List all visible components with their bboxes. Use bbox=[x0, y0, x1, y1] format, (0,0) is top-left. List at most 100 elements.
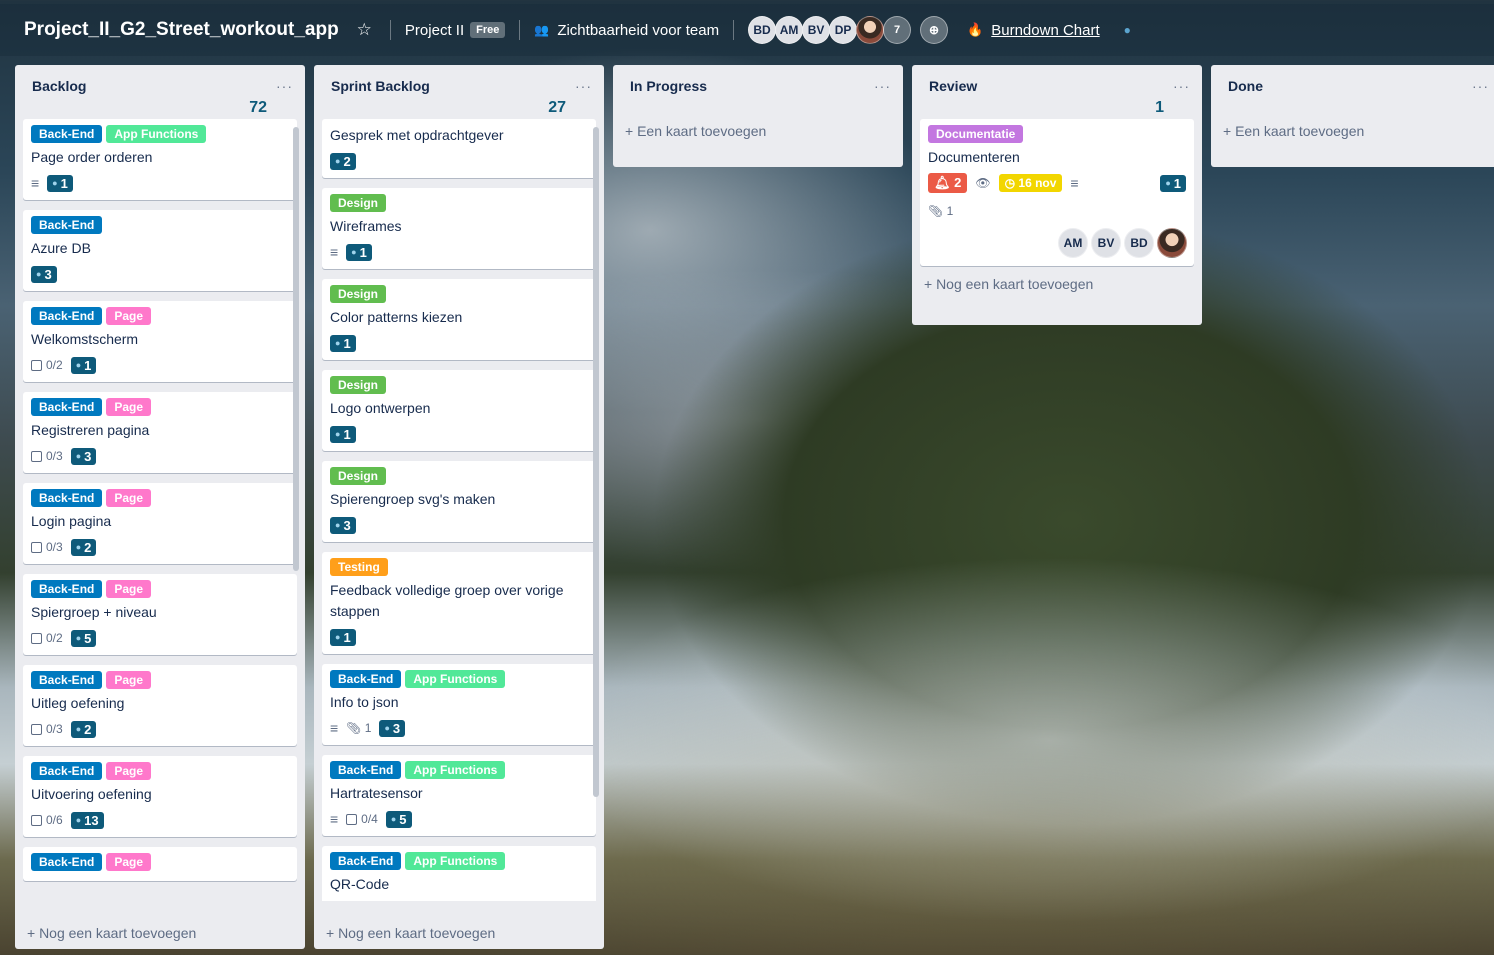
card[interactable]: Back-End App Functions Hartratesensor ≡ 0/4 ●… bbox=[322, 755, 596, 836]
plugin-badge: ● 1 bbox=[1160, 174, 1186, 192]
card[interactable]: Design Color patterns kiezen ● 1 bbox=[322, 279, 596, 360]
card[interactable]: Documentatie Documenteren 🔔︎ 2 👁︎ ◷ 16 n… bbox=[920, 119, 1194, 266]
member-avatar[interactable]: AM bbox=[775, 16, 804, 44]
card-label[interactable]: Back-End bbox=[330, 670, 402, 688]
card[interactable]: Back-End App Functions Info to json ≡ 📎︎ 1 ● 3 bbox=[322, 664, 596, 745]
card-badges-row2: 📎︎ 1 bbox=[928, 200, 1186, 222]
list-title[interactable]: Sprint Backlog bbox=[331, 78, 430, 94]
add-card-button[interactable]: + Nog een kaart toevoegen bbox=[314, 919, 507, 949]
card[interactable]: Back-End App Functions QR-Code bbox=[322, 846, 596, 901]
burndown-chart-link[interactable]: Burndown Chart bbox=[991, 22, 1099, 39]
star-icon[interactable]: ☆ bbox=[357, 20, 372, 40]
team-name: Project II bbox=[404, 21, 465, 39]
member-avatar[interactable]: BV bbox=[802, 16, 831, 44]
powerup-icon[interactable]: ● bbox=[1124, 23, 1131, 37]
card-label[interactable]: Back-End bbox=[31, 489, 103, 507]
list-title[interactable]: Done bbox=[1228, 78, 1263, 94]
card[interactable]: Design Wireframes ≡ ● 1 bbox=[322, 188, 596, 269]
list-title[interactable]: Review bbox=[929, 78, 977, 94]
plugin-badge: ● 5 bbox=[70, 629, 97, 647]
card-count: 1 bbox=[1155, 99, 1164, 116]
card-title: Hartratesensor bbox=[330, 785, 423, 801]
card-label[interactable]: Design bbox=[330, 376, 387, 394]
card-label[interactable]: App Functions bbox=[405, 852, 506, 870]
card[interactable]: Back-End Page Login pagina 0/3 ● 2 bbox=[23, 483, 297, 564]
member-avatar-photo[interactable] bbox=[856, 16, 885, 44]
card-label[interactable]: Back-End bbox=[31, 125, 103, 143]
card-label[interactable]: Back-End bbox=[31, 398, 103, 416]
card-badges: ● 3 bbox=[31, 263, 289, 285]
card[interactable]: Testing Feedback volledige groep over vor… bbox=[322, 552, 596, 654]
card-badges: ● 1 bbox=[330, 332, 588, 354]
add-card-button[interactable]: + Nog een kaart toevoegen bbox=[15, 919, 208, 949]
team-button[interactable]: Project II Free bbox=[404, 21, 506, 39]
scrollbar[interactable] bbox=[593, 127, 599, 797]
invite-icon[interactable]: ⊕ bbox=[920, 16, 949, 44]
member-avatar-photo[interactable] bbox=[1157, 228, 1187, 258]
card[interactable]: Back-End Page Uitleg oefening 0/3 ● 2 bbox=[23, 665, 297, 746]
card[interactable]: Back-End App Functions Page order orderen ≡… bbox=[23, 119, 297, 200]
card-label[interactable]: Design bbox=[330, 285, 387, 303]
visibility-button[interactable]: 👥 Zichtbaarheid voor team bbox=[534, 22, 719, 39]
board-title[interactable]: Project_II_G2_Street_workout_app bbox=[24, 19, 339, 41]
member-avatar[interactable]: AM bbox=[1058, 228, 1088, 258]
list-menu-icon[interactable]: ··· bbox=[575, 78, 592, 94]
due-date-badge[interactable]: ◷ 16 nov bbox=[998, 174, 1063, 192]
card-label[interactable]: App Functions bbox=[405, 670, 506, 688]
list-menu-icon[interactable]: ··· bbox=[1472, 78, 1489, 94]
card[interactable]: Back-End Page bbox=[23, 847, 297, 881]
list-menu-icon[interactable]: ··· bbox=[874, 78, 891, 94]
card-label[interactable]: Back-End bbox=[330, 852, 402, 870]
card-label[interactable]: Back-End bbox=[31, 762, 103, 780]
card-label[interactable]: Page bbox=[106, 671, 152, 689]
card[interactable]: Back-End Page Welkomstscherm 0/2 ● 1 bbox=[23, 301, 297, 382]
card[interactable]: Back-End Page Uitvoering oefening 0/6 ● 13 bbox=[23, 756, 297, 837]
plugin-badge: ● 5 bbox=[385, 810, 412, 828]
card[interactable]: Design Logo ontwerpen ● 1 bbox=[322, 370, 596, 451]
member-avatar[interactable]: BV bbox=[1091, 228, 1121, 258]
card-label[interactable]: Page bbox=[106, 398, 152, 416]
card-label[interactable]: App Functions bbox=[405, 761, 506, 779]
card-label[interactable]: Page bbox=[106, 762, 152, 780]
card-label[interactable]: Design bbox=[330, 467, 387, 485]
card-label[interactable]: Back-End bbox=[330, 761, 402, 779]
card-label[interactable]: Back-End bbox=[31, 216, 103, 234]
card-label[interactable]: Testing bbox=[330, 558, 388, 576]
card-label[interactable]: Page bbox=[106, 307, 152, 325]
list-menu-icon[interactable]: ··· bbox=[1173, 78, 1190, 94]
card-title: Spiergroep + niveau bbox=[31, 604, 157, 620]
card-label[interactable]: Page bbox=[106, 580, 152, 598]
plugin-badge: ● 1 bbox=[330, 425, 356, 443]
pin-icon: ● bbox=[335, 632, 341, 642]
card-label[interactable]: Page bbox=[106, 489, 152, 507]
label-documentatie[interactable]: Documentatie bbox=[928, 125, 1024, 143]
list-in-progress: In Progress ··· + Een kaart toevoegen bbox=[613, 65, 903, 167]
card-label[interactable]: App Functions bbox=[106, 125, 207, 143]
card-label[interactable]: Back-End bbox=[31, 307, 103, 325]
card[interactable]: Design Spierengroep svg's maken ● 3 bbox=[322, 461, 596, 542]
list-title[interactable]: In Progress bbox=[630, 78, 707, 94]
member-avatar[interactable]: BD bbox=[1124, 228, 1154, 258]
plugin-badge: ● 2 bbox=[330, 152, 356, 170]
card-label[interactable]: Back-End bbox=[31, 853, 103, 871]
card[interactable]: Back-End Azure DB ● 3 bbox=[23, 210, 297, 291]
member-avatar[interactable]: BD bbox=[748, 16, 777, 44]
card[interactable]: Gesprek met opdrachtgever ● 2 bbox=[322, 119, 596, 178]
card-label[interactable]: Page bbox=[106, 853, 152, 871]
add-card-button[interactable]: + Een kaart toevoegen bbox=[1211, 95, 1494, 147]
card[interactable]: Back-End Page Registreren pagina 0/3 ● 3 bbox=[23, 392, 297, 473]
card-label[interactable]: Back-End bbox=[31, 580, 103, 598]
card-label[interactable]: Design bbox=[330, 194, 387, 212]
card[interactable]: Back-End Page Spiergroep + niveau 0/2 ● 5 bbox=[23, 574, 297, 655]
add-card-button[interactable]: + Een kaart toevoegen bbox=[613, 95, 903, 147]
checklist-icon bbox=[31, 814, 42, 826]
member-avatar[interactable]: DP bbox=[829, 16, 858, 44]
add-card-button[interactable]: + Nog een kaart toevoegen bbox=[912, 276, 1202, 300]
list-title[interactable]: Backlog bbox=[32, 78, 86, 94]
card-title: Welkomstscherm bbox=[31, 331, 139, 347]
list-menu-icon[interactable]: ··· bbox=[276, 78, 293, 94]
card-title: Info to json bbox=[330, 694, 399, 710]
scrollbar[interactable] bbox=[293, 127, 299, 571]
card-label[interactable]: Back-End bbox=[31, 671, 103, 689]
more-members-button[interactable]: 7 bbox=[883, 16, 912, 44]
